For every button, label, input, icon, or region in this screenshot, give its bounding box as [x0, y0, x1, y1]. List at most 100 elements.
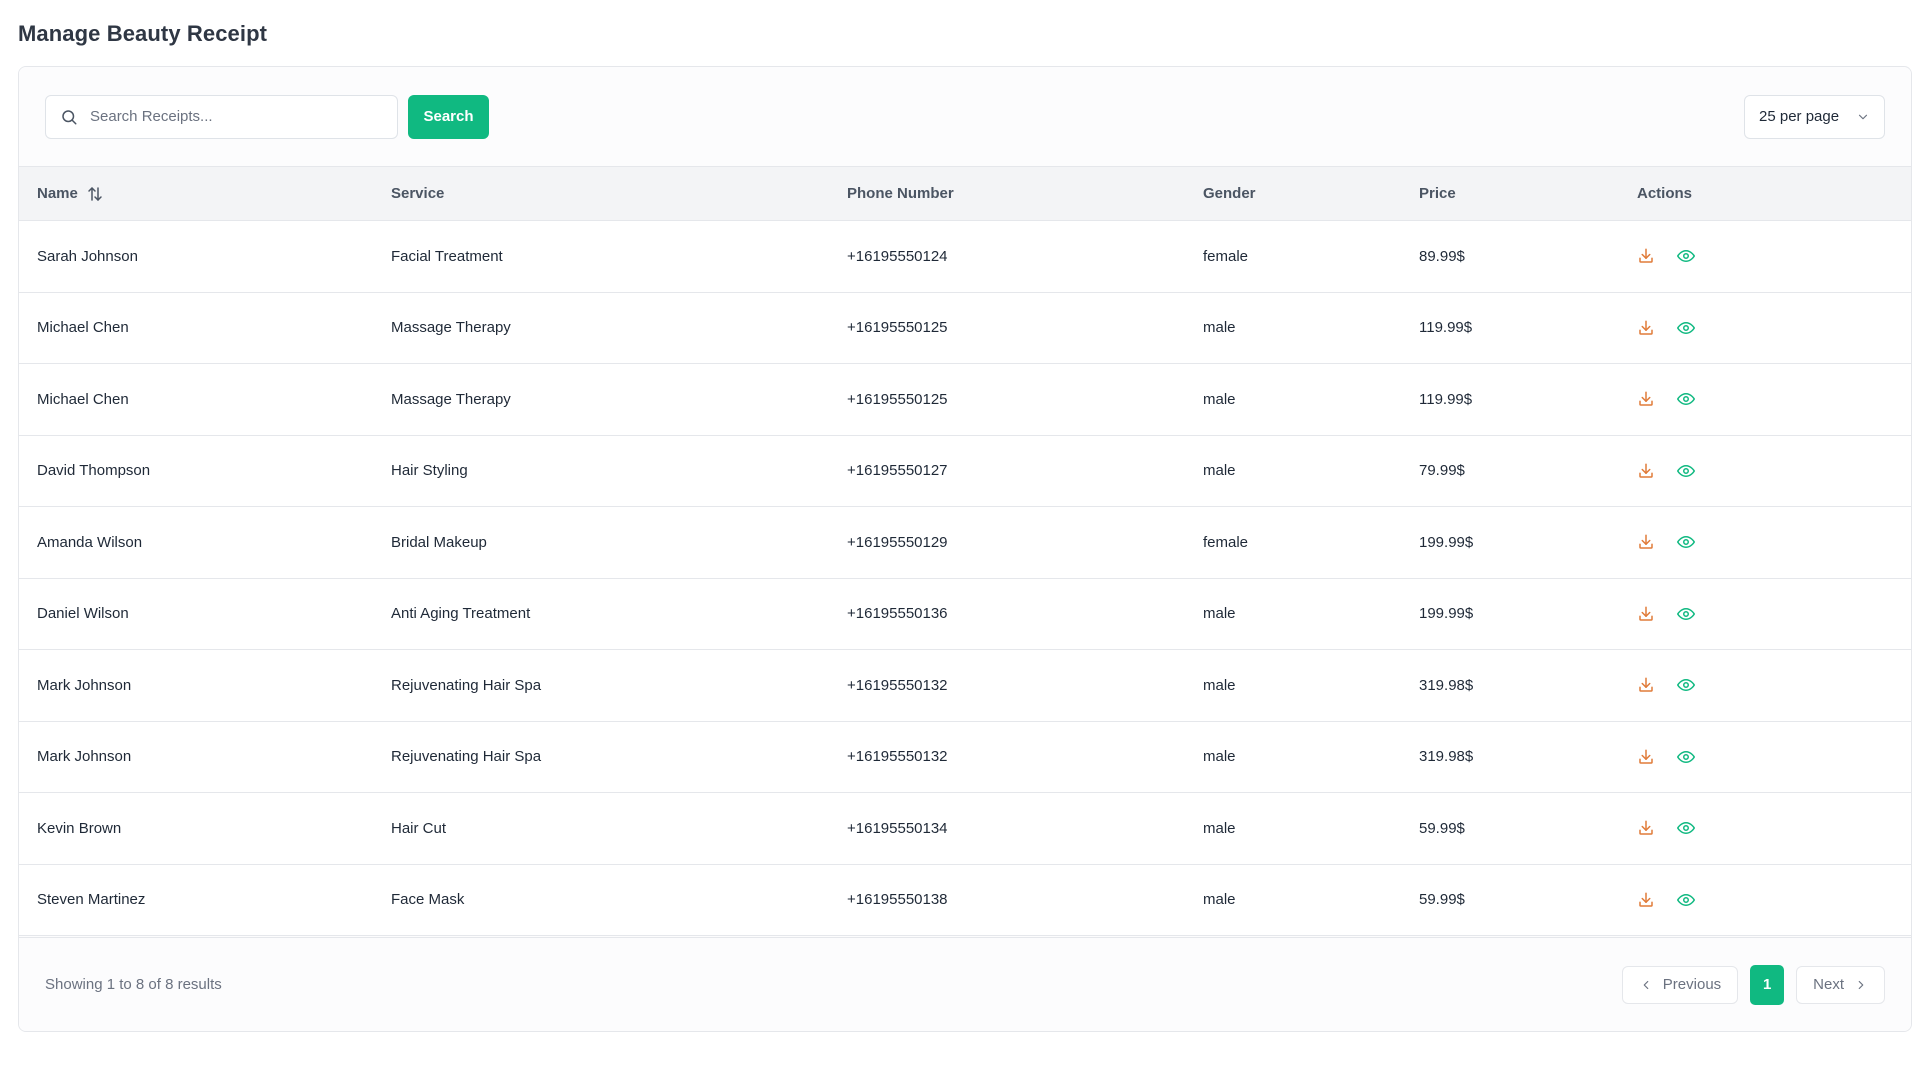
download-icon [1639, 463, 1653, 478]
eye-icon [1677, 464, 1695, 477]
download-button[interactable] [1637, 462, 1655, 480]
toolbar: Search 25 per page [19, 67, 1911, 166]
search-button[interactable]: Search [408, 94, 489, 139]
cell-actions [1637, 650, 1911, 722]
cell-name: Sarah Johnson [37, 247, 138, 265]
eye-icon [1677, 750, 1695, 763]
cell-service: Massage Therapy [391, 390, 511, 408]
row-actions [1637, 247, 1911, 265]
cell-name: Amanda Wilson [37, 533, 143, 551]
view-button[interactable] [1677, 748, 1695, 766]
cell-actions [1637, 721, 1911, 793]
cell-gender: male [1203, 819, 1236, 837]
cell-name: Steven Martinez [37, 891, 146, 909]
table-row: Mark Johnson Rejuvenating Hair Spa +1619… [19, 721, 1911, 793]
view-button[interactable] [1677, 462, 1695, 480]
column-header-gender: Gender [1203, 166, 1419, 221]
row-actions [1637, 676, 1911, 694]
page-title: Manage Beauty Receipt [18, 21, 268, 46]
cell-actions [1637, 864, 1911, 936]
download-icon [1639, 892, 1653, 907]
download-button[interactable] [1637, 533, 1655, 551]
eye-icon [1677, 536, 1695, 549]
download-icon [1639, 749, 1653, 764]
row-actions [1637, 605, 1911, 623]
cell-price: 119.99$ [1419, 390, 1473, 408]
table-body: Sarah Johnson Facial Treatment +16195550… [19, 220, 1911, 936]
column-header-phone: Phone Number [847, 166, 1203, 221]
row-actions [1637, 319, 1911, 337]
eye-icon [1677, 822, 1695, 835]
page: Manage Beauty Receipt Search 25 per page [0, 0, 1920, 1080]
download-button[interactable] [1637, 390, 1655, 408]
column-header-actions: Actions [1637, 166, 1911, 221]
download-button[interactable] [1637, 247, 1655, 265]
column-header-name-label: Name [37, 185, 78, 202]
cell-service: Rejuvenating Hair Spa [391, 748, 542, 766]
eye-icon [1677, 679, 1695, 692]
eye-icon [1677, 393, 1695, 406]
pagination: Previous 1 Next [1621, 964, 1885, 1005]
view-button[interactable] [1677, 319, 1695, 337]
download-button[interactable] [1637, 319, 1655, 337]
download-icon [1639, 820, 1653, 835]
download-button[interactable] [1637, 676, 1655, 694]
row-actions [1637, 748, 1911, 766]
cell-gender: male [1203, 605, 1236, 623]
cell-phone: +16195550136 [847, 605, 948, 623]
cell-service: Rejuvenating Hair Spa [391, 676, 542, 694]
cell-name: Michael Chen [37, 390, 129, 408]
cell-actions [1637, 221, 1911, 293]
page-button-current[interactable]: 1 [1750, 964, 1785, 1005]
table-row: Daniel Wilson Anti Aging Treatment +1619… [19, 578, 1911, 650]
cell-phone: +16195550138 [847, 891, 948, 909]
cell-price: 79.99$ [1419, 462, 1465, 480]
view-button[interactable] [1677, 891, 1695, 909]
view-button[interactable] [1677, 819, 1695, 837]
table-row: Mark Johnson Rejuvenating Hair Spa +1619… [19, 649, 1911, 722]
row-actions [1637, 891, 1911, 909]
cell-actions [1637, 793, 1911, 865]
column-header-price: Price [1419, 166, 1637, 221]
cell-phone: +16195550124 [847, 247, 948, 265]
cell-price: 59.99$ [1419, 891, 1465, 909]
cell-actions [1637, 578, 1911, 650]
table-row: Michael Chen Massage Therapy +1619555012… [19, 292, 1911, 364]
next-button[interactable]: Next [1796, 965, 1885, 1004]
column-header-name[interactable]: Name [19, 166, 391, 221]
results-summary: Showing 1 to 8 of 8 results [45, 976, 222, 993]
per-page-select[interactable]: 25 per page [1744, 94, 1885, 139]
download-button[interactable] [1637, 891, 1655, 909]
cell-name: Mark Johnson [37, 676, 132, 694]
search-box [45, 94, 398, 139]
cell-name: Daniel Wilson [37, 605, 129, 623]
table-row: Amanda Wilson Bridal Makeup +16195550129… [19, 506, 1911, 578]
cell-name: Mark Johnson [37, 748, 132, 766]
cell-gender: female [1203, 533, 1249, 551]
view-button[interactable] [1677, 533, 1695, 551]
table-row: David Thompson Hair Styling +16195550127… [19, 435, 1911, 507]
receipts-card: Search 25 per page [18, 66, 1912, 1032]
table-row: Steven Martinez Face Mask +16195550138 m… [19, 864, 1911, 936]
view-button[interactable] [1677, 390, 1695, 408]
cell-phone: +16195550125 [847, 390, 948, 408]
next-label: Next [1813, 976, 1844, 993]
download-button[interactable] [1637, 605, 1655, 623]
cell-gender: male [1203, 390, 1236, 408]
sort-arrows-icon[interactable] [86, 185, 104, 203]
cell-service: Anti Aging Treatment [391, 605, 531, 623]
previous-button[interactable]: Previous [1621, 965, 1739, 1004]
download-button[interactable] [1637, 748, 1655, 766]
cell-actions [1637, 292, 1911, 364]
cell-service: Massage Therapy [391, 319, 511, 337]
view-button[interactable] [1677, 676, 1695, 694]
view-button[interactable] [1677, 247, 1695, 265]
download-icon [1639, 534, 1653, 549]
row-actions [1637, 533, 1911, 551]
search-input[interactable] [46, 95, 397, 138]
download-button[interactable] [1637, 819, 1655, 837]
download-icon [1639, 320, 1653, 335]
view-button[interactable] [1677, 605, 1695, 623]
column-header-service: Service [391, 166, 847, 221]
cell-gender: male [1203, 748, 1236, 766]
